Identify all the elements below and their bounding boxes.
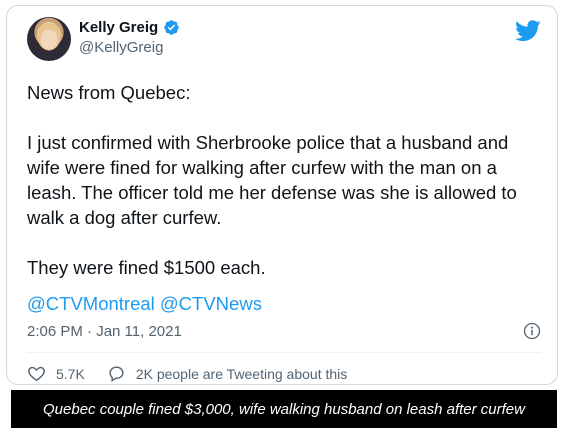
twitter-bird-icon[interactable]: [515, 20, 541, 42]
author-handle[interactable]: @KellyGreig: [79, 39, 163, 56]
news-caption-banner: Quebec couple fined $3,000, wife walking…: [11, 390, 557, 428]
tweet-card: Kelly Greig @KellyGreig News from Quebec…: [6, 5, 558, 385]
reply-button[interactable]: 2K people are Tweeting about this: [107, 364, 347, 383]
mentions: @CTVMontreal @CTVNews: [27, 293, 262, 315]
tweet-actions: 5.7K 2K people are Tweeting about this: [27, 364, 369, 383]
speech-bubble-icon: [109, 366, 124, 382]
tweeting-about-text: 2K people are Tweeting about this: [135, 365, 348, 382]
mention-link-ctvnews[interactable]: @CTVNews: [160, 293, 262, 314]
divider: [27, 352, 541, 353]
mention-link-ctvmontreal[interactable]: @CTVMontreal: [27, 293, 155, 314]
tweet-paragraph: I just confirmed with Sherbrooke police …: [27, 132, 517, 228]
tweet-paragraph: News from Quebec:: [27, 82, 191, 103]
info-icon[interactable]: [523, 322, 541, 340]
tweet-text: News from Quebec: I just confirmed with …: [27, 80, 539, 280]
tweet-paragraph: They were fined $1500 each.: [27, 257, 266, 278]
heart-icon: [28, 366, 45, 382]
like-count: 5.7K: [56, 365, 85, 382]
avatar[interactable]: [27, 17, 71, 61]
caption-text: Quebec couple fined $3,000, wife walking…: [43, 400, 525, 418]
author-row: Kelly Greig: [79, 19, 180, 36]
author-name[interactable]: Kelly Greig: [79, 19, 158, 36]
tweet-timestamp[interactable]: 2:06 PM · Jan 11, 2021: [27, 323, 182, 340]
like-button[interactable]: 5.7K: [27, 364, 85, 383]
verified-badge-icon: [164, 20, 179, 35]
